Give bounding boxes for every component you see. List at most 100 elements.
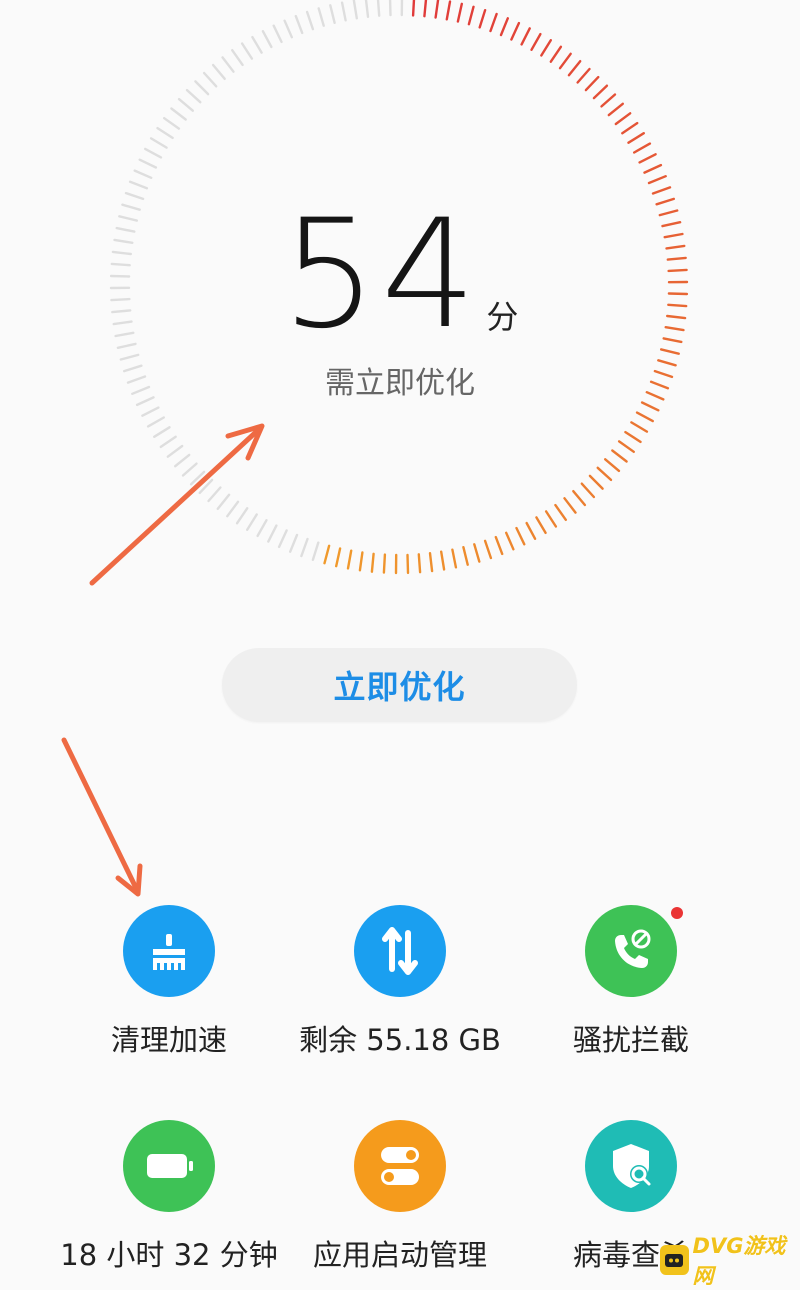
score-status-text: 需立即优化 (0, 358, 800, 402)
gauge-tick-active (384, 555, 385, 573)
gauge-tick-active (629, 133, 644, 143)
gauge-tick-inactive (366, 0, 368, 17)
gauge-tick-inactive (285, 21, 292, 38)
gauge-tick-active (612, 451, 626, 462)
gauge-tick-inactive (319, 8, 324, 25)
gauge-tick-active (602, 95, 616, 107)
site-watermark: DVG游戏网 (660, 1240, 794, 1280)
gauge-tick-inactive (164, 118, 179, 128)
gauge-tick-active (372, 554, 374, 572)
tile-battery[interactable]: 18 小时 32 分钟 (36, 1120, 302, 1274)
gauge-tick-active (622, 123, 637, 133)
gauge-tick-inactive (200, 480, 212, 493)
gauge-tick-active (491, 14, 497, 31)
gauge-tick-active (424, 0, 426, 16)
gauge-tick-active (594, 86, 607, 98)
transfer-arrows-icon (354, 905, 446, 997)
gauge-tick-active (413, 0, 414, 15)
score-unit: 分 (486, 292, 518, 338)
gauge-tick-active (485, 541, 491, 558)
gauge-tick-inactive (175, 455, 189, 466)
optimize-now-button[interactable]: 立即优化 (222, 648, 577, 722)
gauge-tick-active (536, 517, 545, 533)
gauge-tick-active (631, 422, 647, 431)
gauge-tick-inactive (151, 138, 167, 147)
gauge-tick-inactive (290, 535, 297, 552)
gauge-tick-active (565, 498, 576, 512)
gauge-tick-inactive (378, 0, 379, 16)
gauge-tick-active (616, 113, 630, 124)
gauge-tick-active (463, 547, 467, 565)
gauge-tick-inactive (187, 90, 200, 102)
gauge-tick-active (573, 491, 585, 505)
tile-cleanup[interactable]: 清理加速 (36, 905, 302, 1059)
gauge-tick-active (452, 550, 456, 568)
gauge-tick-inactive (242, 44, 252, 59)
gauge-tick-inactive (191, 472, 204, 484)
gauge-tick-inactive (145, 149, 161, 158)
gauge-tick-inactive (232, 50, 242, 65)
gauge-tick-active (360, 553, 363, 571)
gauge-tick-inactive (258, 520, 267, 536)
battery-icon (123, 1120, 215, 1212)
gauge-tick-active (590, 476, 603, 489)
gauge-tick-active (511, 23, 519, 39)
gauge-tick-inactive (313, 543, 318, 560)
gauge-tick-active (609, 104, 623, 115)
gauge-tick-active (541, 40, 551, 55)
gauge-tick-inactive (183, 464, 197, 476)
gauge-tick-inactive (148, 418, 164, 427)
gauge-tick-inactive (223, 57, 234, 71)
gauge-tick-active (645, 165, 661, 173)
gauge-tick-inactive (330, 5, 334, 23)
tile-label-storage: 剩余 55.18 GB (267, 1017, 533, 1059)
gauge-tick-active (458, 4, 462, 22)
gauge-tick-inactive (213, 65, 225, 79)
gauge-tick-inactive (179, 99, 193, 111)
shield-search-icon (585, 1120, 677, 1212)
gauge-tick-inactive (158, 128, 173, 138)
broom-icon (123, 905, 215, 997)
gauge-tick-inactive (171, 109, 185, 120)
toggle-switches-icon (354, 1120, 446, 1212)
gauge-tick-active (474, 544, 479, 561)
gauge-tick-active (447, 2, 450, 20)
tile-storage[interactable]: 剩余 55.18 GB (267, 905, 533, 1059)
gauge-tick-inactive (268, 526, 276, 542)
gauge-tick-inactive (227, 502, 238, 516)
gauge-tick-inactive (307, 12, 313, 29)
score-value: 54 (282, 200, 481, 350)
arrow-to-cleanup-head (118, 866, 140, 894)
gauge-tick-inactive (154, 427, 169, 437)
gauge-tick-active (546, 511, 556, 526)
gauge-tick-active (506, 533, 513, 550)
gauge-tick-active (517, 528, 525, 544)
score-display: 54分 (0, 200, 800, 350)
gauge-tick-inactive (263, 31, 272, 47)
gauge-tick-active (586, 77, 598, 90)
gauge-tick-active (408, 555, 409, 573)
arrow-to-cleanup (64, 740, 136, 888)
gauge-tick-inactive (130, 182, 147, 188)
tile-label-battery: 18 小时 32 分钟 (36, 1232, 302, 1274)
tile-label-harassment: 骚扰拦截 (498, 1017, 764, 1059)
gauge-tick-inactive (354, 1, 357, 19)
phone-block-icon (585, 905, 677, 997)
gauge-tick-active (640, 154, 656, 162)
tile-harassment-block[interactable]: 骚扰拦截 (498, 905, 764, 1059)
watermark-logo-icon (660, 1245, 689, 1275)
gauge-tick-active (637, 413, 653, 422)
gauge-tick-active (605, 459, 619, 471)
gauge-tick-active (619, 441, 634, 451)
gauge-tick-active (436, 0, 439, 17)
gauge-tick-active (532, 34, 541, 50)
gauge-tick-inactive (195, 81, 208, 94)
gauge-tick-inactive (126, 193, 143, 199)
gauge-tick-active (598, 468, 611, 480)
tile-label-app-launch: 应用启动管理 (267, 1232, 533, 1274)
gauge-tick-inactive (252, 37, 261, 53)
gauge-tick-active (527, 523, 536, 539)
tile-app-launch[interactable]: 应用启动管理 (267, 1120, 533, 1274)
gauge-tick-active (336, 549, 340, 567)
gauge-tick-inactive (161, 437, 176, 447)
